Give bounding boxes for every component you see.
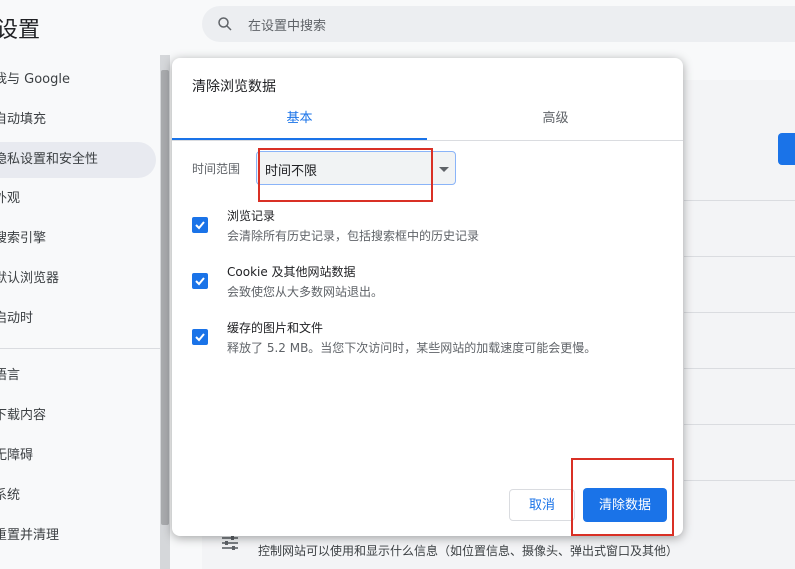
- tab-divider: [172, 140, 683, 141]
- sidebar-item-downloads[interactable]: 下载内容: [0, 406, 46, 426]
- browsing-history-title: 浏览记录: [227, 209, 276, 223]
- site-settings-description: 控制网站可以使用和显示什么信息（如位置信息、摄像头、弹出式窗口及其他）: [258, 544, 679, 558]
- sidebar-scrollbar-thumb[interactable]: [161, 70, 169, 525]
- cookies-checkbox[interactable]: [192, 273, 208, 289]
- browsing-history-checkbox[interactable]: [192, 217, 208, 233]
- sidebar-item-system[interactable]: 系统: [0, 486, 20, 506]
- sidebar-item-reset[interactable]: 重置并清理: [0, 526, 59, 546]
- content-divider: [684, 424, 795, 425]
- annotation-highlight-box: [571, 458, 674, 536]
- annotation-highlight-box: [258, 148, 433, 202]
- search-icon: [218, 17, 232, 31]
- search-input-placeholder: 在设置中搜索: [248, 19, 327, 34]
- checkmark-icon: [195, 333, 205, 342]
- sidebar-item-search-engine[interactable]: 搜索引擎: [0, 229, 46, 249]
- content-divider: [684, 200, 795, 201]
- checkmark-icon: [195, 221, 205, 230]
- dialog-title: 清除浏览数据: [192, 79, 276, 95]
- sidebar-item-you-and-google[interactable]: 我与 Google: [0, 70, 70, 90]
- browsing-history-desc: 会清除所有历史记录，包括搜索框中的历史记录: [227, 229, 480, 243]
- content-divider: [684, 256, 795, 257]
- dropdown-arrow-icon: [439, 167, 449, 172]
- sidebar-item-appearance[interactable]: 外观: [0, 189, 20, 209]
- content-divider: [684, 480, 795, 481]
- clear-browsing-data-dialog: 清除浏览数据 基本 高级 时间范围 时间不限 浏览记录 会清除所有历史记录，包括…: [172, 58, 683, 536]
- checkmark-icon: [195, 277, 205, 286]
- cache-title: 缓存的图片和文件: [227, 321, 324, 335]
- cookies-title: Cookie 及其他网站数据: [227, 265, 356, 279]
- cache-checkbox[interactable]: [192, 329, 208, 345]
- time-range-label: 时间范围: [192, 162, 241, 176]
- sidebar-item-default-browser[interactable]: 默认浏览器: [0, 269, 59, 289]
- settings-title: 设置: [0, 18, 41, 43]
- sliders-icon: [222, 536, 238, 550]
- sidebar-item-on-startup[interactable]: 启动时: [0, 309, 33, 329]
- cache-desc: 释放了 5.2 MB。当您下次访问时，某些网站的加载速度可能会更慢。: [227, 341, 597, 355]
- sidebar-item-accessibility[interactable]: 无障碍: [0, 446, 33, 466]
- content-divider: [684, 312, 795, 313]
- tab-basic[interactable]: 基本: [172, 110, 427, 140]
- content-divider: [684, 368, 795, 369]
- cookies-desc: 会致使您从大多数网站退出。: [227, 285, 384, 299]
- sidebar-item-privacy[interactable]: 隐私设置和安全性: [0, 150, 98, 170]
- background-blue-button[interactable]: [778, 133, 795, 165]
- cancel-button[interactable]: 取消: [509, 489, 575, 521]
- sidebar-divider: [0, 348, 160, 349]
- settings-search-bar[interactable]: 在设置中搜索: [202, 6, 795, 42]
- sidebar-item-languages[interactable]: 语言: [0, 366, 20, 386]
- sidebar-item-autofill[interactable]: 自动填充: [0, 110, 46, 130]
- tab-advanced[interactable]: 高级: [428, 110, 683, 140]
